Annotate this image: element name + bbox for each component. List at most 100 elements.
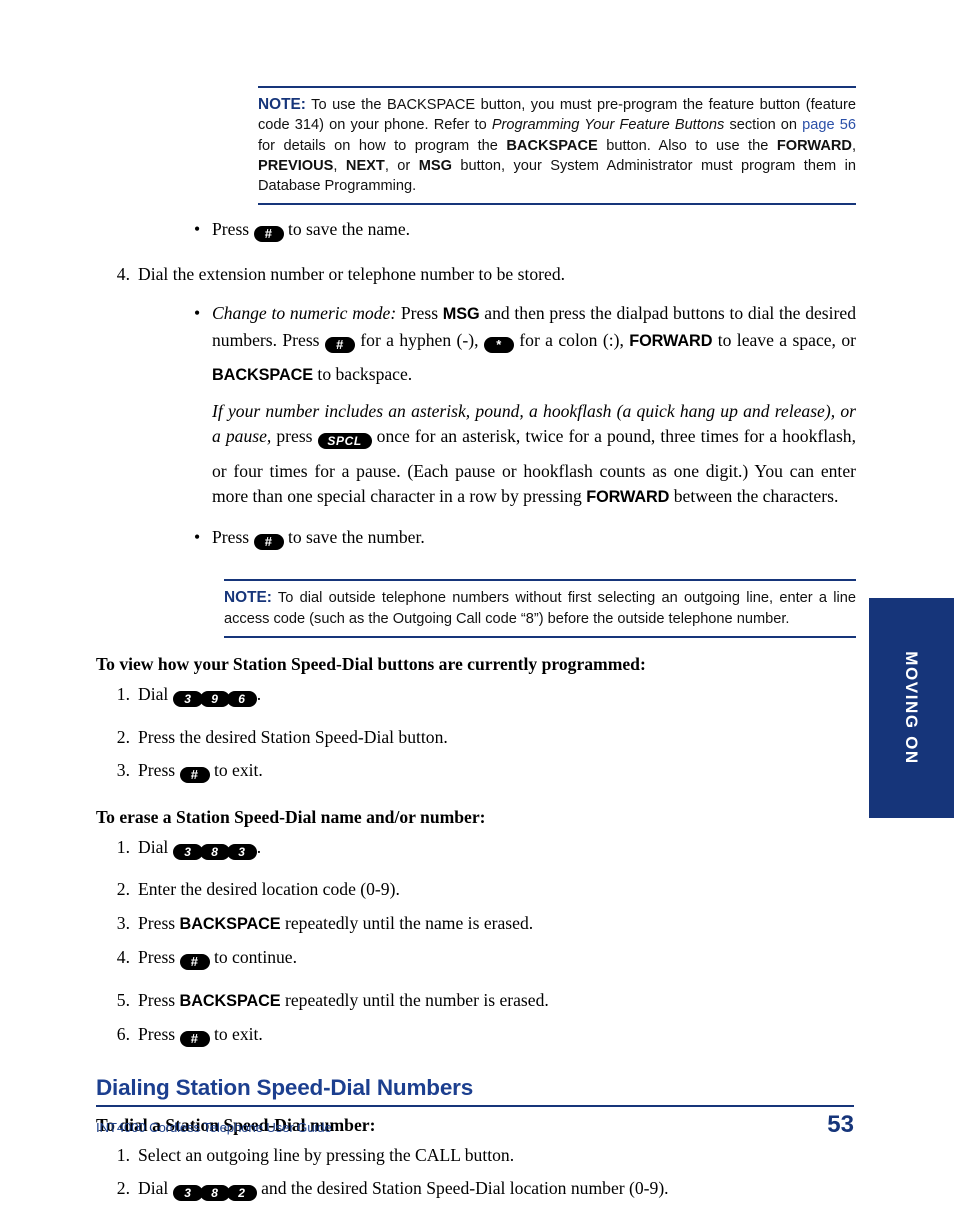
step-number: 4. (116, 263, 130, 284)
dial-step-1: 1. Select an outgoing line by pressing t… (96, 1143, 856, 1169)
keycap-hash: # (179, 1031, 210, 1048)
erase-step-1-pre: Dial (138, 836, 173, 857)
keycap-spcl: SPCL (317, 433, 372, 450)
document-page: MOVING ON NOTE: To use the BACKSPACE but… (0, 0, 954, 1202)
bullet-icon: • (194, 219, 201, 240)
keycap-3: 3 (172, 843, 203, 860)
step-number: 5. (116, 989, 130, 1010)
note1-next-bold: NEXT (345, 157, 385, 174)
keycap-group: # (253, 533, 284, 560)
note-label: NOTE: (224, 589, 272, 607)
view-step-2-text: Press the desired Station Speed-Dial but… (138, 726, 448, 747)
step-number: 2. (116, 726, 130, 747)
section-heading-dialing: Dialing Station Speed-Dial Numbers (96, 1074, 474, 1100)
keycap-group-382: 382 (172, 1185, 257, 1211)
keycap-6: 6 (226, 691, 257, 708)
keycap-group: SPCL (317, 433, 372, 459)
keycap-group: # (253, 226, 284, 252)
keycap-3: 3 (172, 691, 203, 708)
view-step-1-post: . (256, 684, 262, 705)
keycap-group-396: 396 (172, 691, 257, 717)
view-step-3-post: to exit. (209, 760, 263, 781)
step-4-text: Dial the extension number or telephone n… (138, 263, 566, 284)
note-box-backspace: NOTE: To use the BACKSPACE button, you m… (258, 86, 857, 206)
erase-step-2: 2. Enter the desired location code (0-9)… (96, 877, 856, 903)
step-number: 2. (116, 879, 130, 900)
forward-key-label: FORWARD (586, 488, 670, 507)
keycap-3: 3 (172, 1185, 203, 1202)
note-label: NOTE: (258, 96, 306, 113)
numeric-mode-lead: Change to numeric mode: (212, 303, 397, 324)
keycap-hash: # (179, 954, 210, 971)
note1-part7: , or (384, 157, 419, 174)
keycap-3b: 3 (226, 843, 257, 860)
bullet-numeric-mode: • Change to numeric mode: Press MSG and … (168, 301, 856, 389)
keycap-8: 8 (199, 1185, 230, 1202)
view-step-3: 3. Press # to exit. (96, 758, 856, 793)
heading-erase-speed-dial: To erase a Station Speed-Dial name and/o… (96, 806, 486, 827)
special-chars-p1: press (271, 426, 318, 447)
erase-step-3: 3. Press BACKSPACE repeatedly until the … (96, 911, 856, 938)
note1-part4: button. Also to use the (597, 137, 777, 154)
erase-step-1-post: . (256, 836, 262, 857)
numeric-mode-p1: Press (396, 303, 443, 324)
note1-forward-bold: FORWARD (776, 137, 852, 154)
keycap-star: * (483, 336, 514, 353)
keycap-hash: # (253, 533, 284, 550)
forward-key-label: FORWARD (629, 331, 713, 350)
special-chars-p3: between the characters. (669, 486, 839, 507)
keycap-group-383: 383 (172, 843, 257, 870)
dial-step-2: 2. Dial 382 and the desired Station Spee… (96, 1176, 856, 1211)
step-4-dial-extension: 4. Dial the extension number or telephon… (96, 262, 856, 288)
view-step-1-pre: Dial (138, 684, 173, 705)
bullet-save-name-post: to save the name. (283, 219, 411, 240)
step-number: 1. (116, 1144, 130, 1165)
keycap-hash: # (324, 336, 355, 353)
note1-part5: , (851, 137, 857, 154)
view-step-2: 2. Press the desired Station Speed-Dial … (96, 725, 856, 751)
step-number: 1. (116, 684, 130, 705)
page-footer: INT4000 Cordless Telephone User Guide 53 (96, 1105, 854, 1139)
page-56-link[interactable]: page 56 (802, 117, 856, 133)
view-step-3-pre: Press (138, 760, 180, 781)
keycap-8: 8 (199, 843, 230, 860)
numeric-mode-p3: for a hyphen (-), (354, 329, 484, 350)
keycap-group: # (324, 336, 355, 363)
numeric-mode-p5: to leave a space, or (712, 329, 856, 350)
bullet-save-number: • Press # to save the number. (168, 525, 856, 560)
step-number: 1. (116, 836, 130, 857)
note1-backspace-bold: BACKSPACE (506, 137, 598, 154)
erase-step-3-post: repeatedly until the name is erased. (280, 912, 534, 933)
note-box-outside-line: NOTE: To dial outside telephone numbers … (224, 579, 856, 639)
note1-part3: for details on how to program the (258, 137, 507, 154)
erase-step-6-pre: Press (138, 1024, 180, 1045)
step-number: 4. (116, 947, 130, 968)
bullet-save-name: • Press # to save the name. (168, 217, 856, 252)
note1-italic-title: Programming Your Feature Buttons (491, 117, 725, 134)
backspace-key-label: BACKSPACE (179, 914, 281, 933)
bullet-save-number-pre: Press (212, 526, 254, 547)
keycap-group: * (483, 336, 514, 363)
step-number: 3. (116, 760, 130, 781)
keycap-group: # (179, 954, 210, 980)
note2-text: To dial outside telephone numbers withou… (224, 590, 856, 627)
erase-step-4-pre: Press (138, 947, 180, 968)
side-tab-label: MOVING ON (902, 651, 921, 765)
footer-guide-title: INT4000 Cordless Telephone User Guide (96, 1120, 332, 1135)
dial-step-1-text: Select an outgoing line by pressing the … (138, 1144, 515, 1165)
numeric-mode-p6: to backspace. (313, 364, 413, 385)
dial-step-2-pre: Dial (138, 1178, 173, 1199)
erase-step-1: 1. Dial 383. (96, 835, 856, 870)
page-content: NOTE: To use the BACKSPACE button, you m… (96, 86, 856, 1211)
side-tab-moving-on: MOVING ON (869, 598, 954, 818)
note1-part2: section on (724, 117, 803, 134)
erase-step-6-post: to exit. (209, 1024, 263, 1045)
dial-step-2-post: and the desired Station Speed-Dial locat… (256, 1178, 669, 1199)
step-number: 6. (116, 1024, 130, 1045)
erase-step-4-post: to continue. (209, 947, 298, 968)
backspace-key-label: BACKSPACE (179, 991, 281, 1010)
note1-msg-bold: MSG (418, 157, 452, 174)
keycap-9: 9 (199, 691, 230, 708)
note1-part6: , (333, 157, 346, 174)
view-step-1: 1. Dial 396. (96, 682, 856, 717)
